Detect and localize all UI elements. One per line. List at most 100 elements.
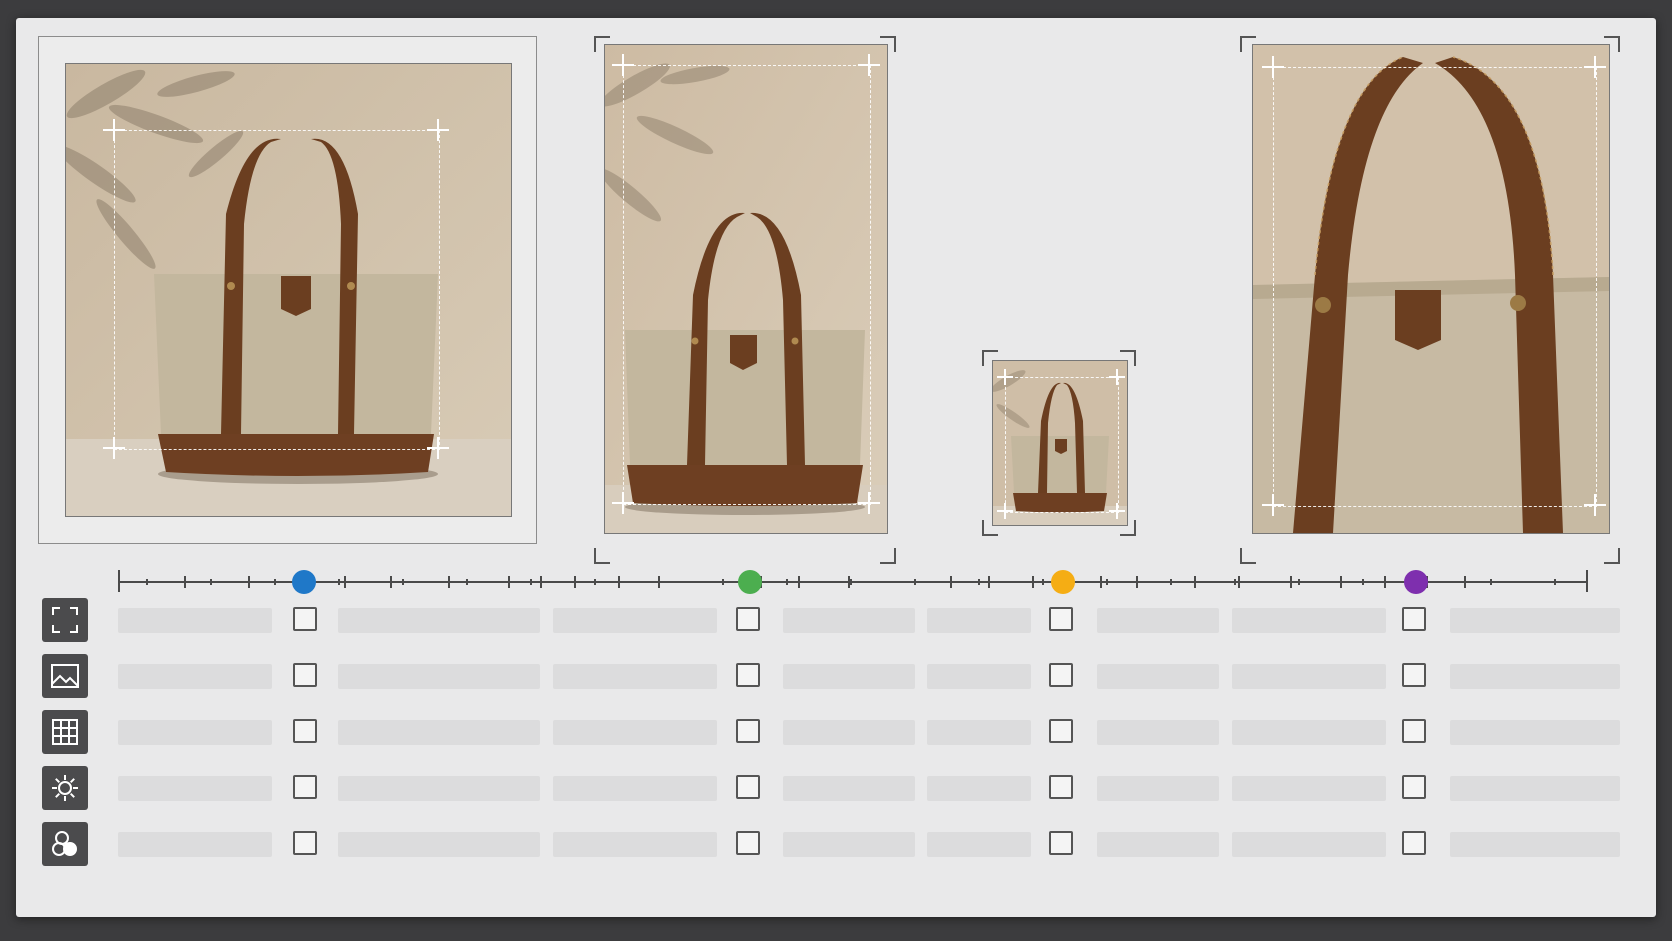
placeholder-field <box>783 608 915 633</box>
timeline-minor-tick <box>978 579 980 585</box>
timeline-tick <box>508 576 510 588</box>
row-checkbox[interactable] <box>1049 719 1073 743</box>
placeholder-field <box>553 664 717 689</box>
timeline-marker-purple[interactable] <box>1404 570 1428 594</box>
placeholder-field <box>118 776 272 801</box>
placeholder-field <box>1232 720 1386 745</box>
corner-bracket <box>1604 548 1620 564</box>
brightness-icon-button[interactable] <box>42 766 88 810</box>
placeholder-field <box>1232 776 1386 801</box>
crop-handle[interactable] <box>1584 56 1606 78</box>
placeholder-field <box>338 720 540 745</box>
timeline-marker-green[interactable] <box>738 570 762 594</box>
placeholder-field <box>553 832 717 857</box>
placeholder-field <box>1232 832 1386 857</box>
timeline-ruler[interactable] <box>118 568 1588 596</box>
row-checkbox[interactable] <box>736 607 760 631</box>
placeholder-field <box>553 720 717 745</box>
grid-icon <box>51 718 79 746</box>
timeline-minor-tick <box>658 579 660 585</box>
placeholder-field <box>1450 832 1620 857</box>
row-checkbox[interactable] <box>1402 775 1426 799</box>
row-checkbox[interactable] <box>1402 663 1426 687</box>
crop-guide[interactable] <box>114 130 440 450</box>
row-checkbox[interactable] <box>293 607 317 631</box>
crop-handle[interactable] <box>1584 494 1606 516</box>
crop-guide[interactable] <box>1273 67 1597 507</box>
row-checkbox[interactable] <box>736 663 760 687</box>
timeline-minor-tick <box>786 579 788 585</box>
crop-handle[interactable] <box>1109 503 1125 519</box>
crop-handle[interactable] <box>997 369 1013 385</box>
color-channels-icon-button[interactable] <box>42 822 88 866</box>
timeline-minor-tick <box>146 579 148 585</box>
crop-handle[interactable] <box>103 437 125 459</box>
crop-handle[interactable] <box>997 503 1013 519</box>
row-checkbox[interactable] <box>1049 775 1073 799</box>
row-checkbox[interactable] <box>293 719 317 743</box>
placeholder-field <box>118 720 272 745</box>
timeline-marker-blue[interactable] <box>292 570 316 594</box>
placeholder-field <box>783 776 915 801</box>
row-checkbox[interactable] <box>1402 607 1426 631</box>
row-checkbox[interactable] <box>293 831 317 855</box>
crop-frame-thumbnail[interactable] <box>982 350 1136 536</box>
crop-frame-portrait[interactable] <box>594 36 896 564</box>
crop-handle[interactable] <box>1262 494 1284 516</box>
row-checkbox[interactable] <box>293 775 317 799</box>
crop-handle[interactable] <box>858 54 880 76</box>
row-checkbox[interactable] <box>736 831 760 855</box>
timeline-minor-tick <box>1490 579 1492 585</box>
image-icon-button[interactable] <box>42 654 88 698</box>
row-checkbox[interactable] <box>1049 831 1073 855</box>
crop-handle[interactable] <box>103 119 125 141</box>
timeline-tick <box>1384 576 1386 588</box>
corner-bracket <box>1240 548 1256 564</box>
row-checkbox[interactable] <box>1402 719 1426 743</box>
placeholder-field <box>338 776 540 801</box>
timeline-marker-yellow[interactable] <box>1051 570 1075 594</box>
timeline-minor-tick <box>1234 579 1236 585</box>
crop-guide[interactable] <box>1005 377 1119 513</box>
timeline-tick <box>540 576 542 588</box>
placeholder-field <box>118 832 272 857</box>
image-icon <box>50 662 80 690</box>
crop-handle[interactable] <box>427 119 449 141</box>
crop-handle[interactable] <box>612 492 634 514</box>
crop-handle[interactable] <box>427 437 449 459</box>
corner-bracket <box>594 548 610 564</box>
corner-bracket <box>880 548 896 564</box>
crop-frame-icon-button[interactable] <box>42 598 88 642</box>
row-checkbox[interactable] <box>1049 607 1073 631</box>
placeholder-field <box>1450 608 1620 633</box>
timeline-tick <box>1340 576 1342 588</box>
crop-handle[interactable] <box>1262 56 1284 78</box>
timeline-minor-tick <box>1554 579 1556 585</box>
timeline-tick <box>798 576 800 588</box>
crop-handle[interactable] <box>1109 369 1125 385</box>
row-checkbox[interactable] <box>736 775 760 799</box>
grid-icon-button[interactable] <box>42 710 88 754</box>
timeline-minor-tick <box>914 579 916 585</box>
crop-guide[interactable] <box>623 65 871 505</box>
row-checkbox[interactable] <box>736 719 760 743</box>
placeholder-field <box>1097 608 1219 633</box>
placeholder-field <box>783 720 915 745</box>
timeline-end-cap <box>1586 570 1588 592</box>
timeline-minor-tick <box>1106 579 1108 585</box>
timeline-tick <box>1194 576 1196 588</box>
row-checkbox[interactable] <box>293 663 317 687</box>
crop-handle[interactable] <box>858 492 880 514</box>
crop-frame-landscape[interactable] <box>38 36 537 544</box>
placeholder-field <box>1232 608 1386 633</box>
crop-handle[interactable] <box>612 54 634 76</box>
placeholder-field <box>1097 720 1219 745</box>
row-checkbox[interactable] <box>1402 831 1426 855</box>
timeline-tick <box>248 576 250 588</box>
crop-frame-closeup[interactable] <box>1240 36 1620 564</box>
timeline-tick <box>1032 576 1034 588</box>
timeline-tick <box>344 576 346 588</box>
timeline-minor-tick <box>466 579 468 585</box>
row-checkbox[interactable] <box>1049 663 1073 687</box>
timeline-tick <box>988 576 990 588</box>
